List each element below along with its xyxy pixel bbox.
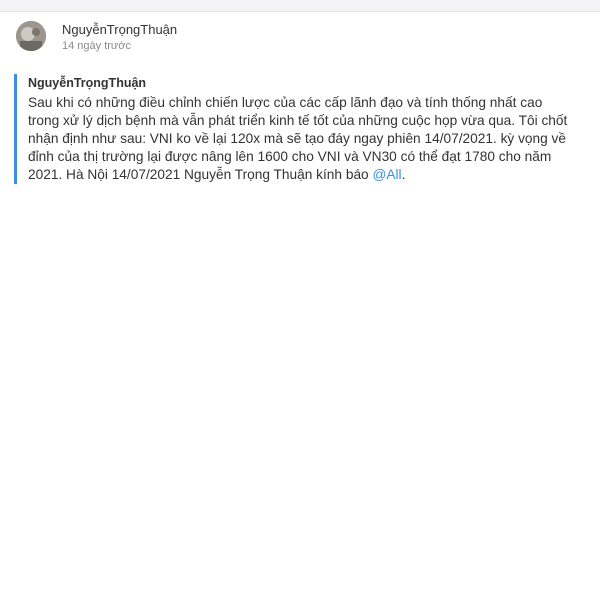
quote-body-text: Sau khi có những điều chỉnh chiến lược c…	[28, 95, 568, 182]
quote-body: Sau khi có những điều chỉnh chiến lược c…	[28, 94, 573, 184]
quote-body-trailing: .	[401, 167, 406, 182]
quote-author-name[interactable]: NguyễnTrọngThuận	[28, 75, 574, 91]
post-author-name[interactable]: NguyễnTrọngThuận	[62, 22, 177, 37]
top-bar	[0, 0, 600, 12]
post-header: NguyễnTrọngThuận 14 ngày trước	[0, 12, 600, 64]
quoted-post: NguyễnTrọngThuận Sau khi có những điều c…	[14, 74, 574, 184]
user-avatar-icon	[16, 21, 46, 51]
mention-link[interactable]: @All	[372, 167, 401, 182]
avatar[interactable]	[16, 21, 46, 51]
post-timestamp: 14 ngày trước	[62, 40, 131, 52]
